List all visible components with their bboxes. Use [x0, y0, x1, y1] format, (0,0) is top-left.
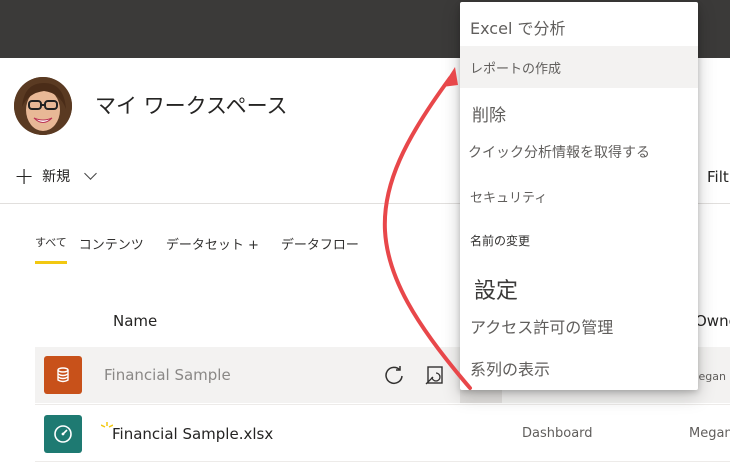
menu-item-analyze-in-excel[interactable]: Excel で分析	[460, 14, 698, 40]
plus-icon: +	[14, 162, 35, 190]
column-header-owner[interactable]: Owne	[695, 312, 730, 330]
menu-item-security[interactable]: セキュリティ	[460, 184, 698, 208]
new-button[interactable]: + 新規	[14, 162, 97, 190]
item-name[interactable]: Financial Sample.xlsx	[112, 425, 273, 443]
context-menu: Excel で分析 レポートの作成 削除 クイック分析情報を取得する セキュリテ…	[460, 2, 698, 390]
schedule-refresh-icon[interactable]	[424, 364, 446, 386]
filter-button[interactable]: Filt	[707, 168, 729, 186]
menu-item-view-lineage[interactable]: 系列の表示	[460, 355, 698, 381]
menu-item-quick-insights[interactable]: クイック分析情報を取得する	[460, 140, 698, 164]
menu-item-rename[interactable]: 名前の変更	[460, 229, 698, 251]
refresh-icon[interactable]	[383, 364, 405, 386]
chevron-down-icon	[84, 167, 97, 180]
menu-item-delete[interactable]: 削除	[460, 99, 698, 127]
menu-item-create-report[interactable]: レポートの作成	[460, 46, 698, 88]
tab-all[interactable]: すべて	[35, 234, 67, 264]
workspace-title: マイ ワークスペース	[95, 94, 288, 118]
content-tabs: すべて コンテンツ データセット + データフロー	[35, 234, 359, 267]
dataset-icon	[44, 356, 82, 394]
new-button-label: 新規	[42, 169, 71, 185]
tab-content[interactable]: コンテンツ	[79, 234, 144, 267]
type-cell: Dashboard	[522, 426, 593, 441]
owner-cell: Megan	[689, 426, 730, 441]
avatar[interactable]	[14, 77, 72, 135]
table-row[interactable]: Financial Sample.xlsx Dashboard Megan	[35, 406, 730, 462]
row-divider	[35, 404, 730, 405]
dashboard-icon	[44, 415, 82, 453]
menu-item-manage-permissions[interactable]: アクセス許可の管理	[460, 314, 698, 338]
more-options-button[interactable]	[460, 389, 502, 403]
item-name[interactable]: Financial Sample	[104, 366, 231, 384]
menu-item-settings[interactable]: 設定	[460, 273, 698, 305]
tab-datasets[interactable]: データセット +	[166, 234, 259, 267]
column-header-name[interactable]: Name	[113, 312, 157, 330]
tab-dataflows[interactable]: データフロー	[281, 234, 359, 267]
